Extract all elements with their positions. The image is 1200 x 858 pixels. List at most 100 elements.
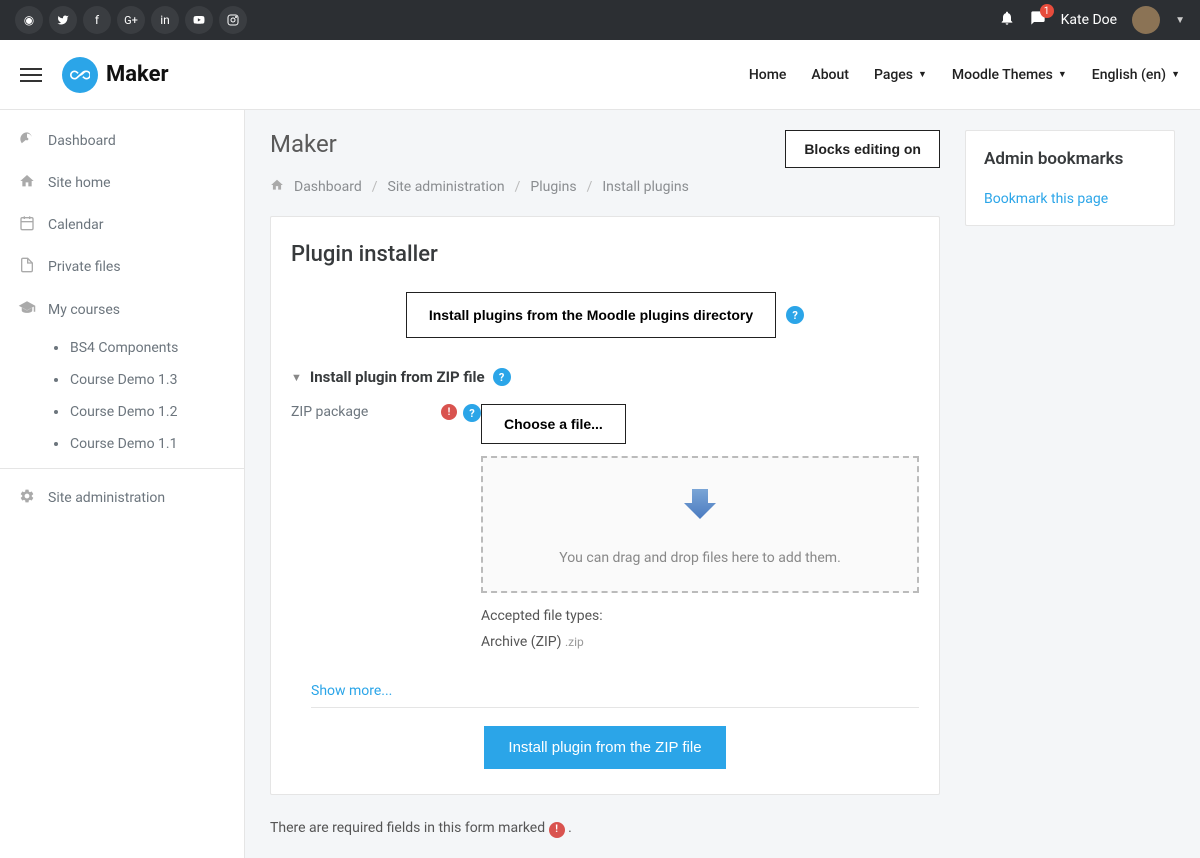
instagram-icon[interactable]	[219, 6, 247, 34]
accepted-types-label: Accepted file types:	[481, 608, 919, 624]
globe-icon[interactable]: ◉	[15, 6, 43, 34]
sidebar-item-label: Site home	[48, 175, 111, 191]
help-icon[interactable]: ?	[786, 306, 804, 324]
files-icon	[18, 257, 36, 277]
file-type-row: Archive (ZIP) .zip	[481, 634, 919, 650]
nav-links: Home About Pages▼ Moodle Themes▼ English…	[749, 67, 1180, 83]
dropzone-text: You can drag and drop files here to add …	[508, 550, 892, 566]
sidebar-item-label: My courses	[48, 302, 120, 318]
nav-home[interactable]: Home	[749, 67, 787, 83]
aside-title: Admin bookmarks	[984, 149, 1156, 169]
install-zip-button[interactable]: Install plugin from the ZIP file	[484, 726, 725, 769]
graduation-cap-icon	[18, 299, 36, 321]
aside-column: Admin bookmarks Bookmark this page	[965, 130, 1175, 226]
installer-card: Plugin installer Install plugins from th…	[270, 216, 940, 795]
section-header[interactable]: ▼ Install plugin from ZIP file ?	[291, 368, 919, 386]
youtube-icon[interactable]	[185, 6, 213, 34]
page-head: Maker Blocks editing on	[270, 130, 940, 168]
bookmark-page-link[interactable]: Bookmark this page	[984, 191, 1156, 207]
twitter-icon[interactable]	[49, 6, 77, 34]
section-title: Install plugin from ZIP file	[310, 368, 485, 386]
nav-pages[interactable]: Pages▼	[874, 67, 927, 83]
breadcrumb-sep: /	[515, 179, 521, 195]
sidebar-courses-list: BS4 Components Course Demo 1.3 Course De…	[0, 332, 244, 460]
sidebar-item-label: Dashboard	[48, 133, 116, 149]
home-icon	[270, 178, 284, 196]
sidebar: Dashboard Site home Calendar Private fil…	[0, 110, 245, 858]
sidebar-divider	[0, 468, 244, 469]
sidebar-item-label: Private files	[48, 259, 121, 275]
file-type-ext: .zip	[565, 635, 584, 649]
avatar[interactable]	[1132, 6, 1160, 34]
facebook-icon[interactable]: f	[83, 6, 111, 34]
sidebar-item-label: Calendar	[48, 217, 104, 233]
required-icon: !	[549, 822, 565, 838]
zip-label: ZIP package	[291, 404, 368, 420]
breadcrumb-sep: /	[587, 179, 593, 195]
sidebar-item-calendar[interactable]: Calendar	[0, 204, 244, 246]
linkedin-icon[interactable]: in	[151, 6, 179, 34]
notifications-icon[interactable]	[999, 10, 1015, 30]
required-icon: !	[441, 404, 457, 420]
breadcrumb-link[interactable]: Site administration	[388, 179, 505, 195]
messages-icon[interactable]: 1	[1030, 10, 1046, 30]
file-dropzone[interactable]: You can drag and drop files here to add …	[481, 456, 919, 593]
content: Maker Blocks editing on Dashboard / Site…	[245, 110, 1200, 858]
chevron-down-icon: ▼	[1171, 69, 1180, 80]
main-nav: Maker Home About Pages▼ Moodle Themes▼ E…	[0, 40, 1200, 110]
nav-about[interactable]: About	[811, 67, 849, 83]
bullet-icon	[54, 410, 58, 414]
sidebar-item-sitehome[interactable]: Site home	[0, 162, 244, 204]
zip-package-row: ZIP package ! ? Choose a file... You can…	[291, 404, 919, 650]
hamburger-menu[interactable]	[20, 68, 42, 82]
home-icon	[18, 173, 36, 193]
sidebar-item-siteadmin[interactable]: Site administration	[0, 477, 244, 519]
required-fields-note: There are required fields in this form m…	[270, 820, 940, 838]
logo-icon	[62, 57, 98, 93]
collapse-caret-icon: ▼	[291, 371, 302, 384]
sidebar-course-item[interactable]: Course Demo 1.1	[36, 428, 244, 460]
help-icon[interactable]: ?	[463, 404, 481, 422]
sidebar-course-item[interactable]: Course Demo 1.2	[36, 396, 244, 428]
bullet-icon	[54, 442, 58, 446]
installer-heading: Plugin installer	[291, 242, 919, 267]
breadcrumb-sep: /	[372, 179, 378, 195]
download-arrow-icon	[676, 483, 724, 531]
zip-label-col: ZIP package ! ?	[291, 404, 481, 650]
gear-icon	[18, 488, 36, 508]
calendar-icon	[18, 215, 36, 235]
install-directory-row: Install plugins from the Moodle plugins …	[291, 292, 919, 338]
page-title: Maker	[270, 130, 337, 158]
admin-bookmarks-card: Admin bookmarks Bookmark this page	[965, 130, 1175, 226]
sidebar-item-dashboard[interactable]: Dashboard	[0, 120, 244, 162]
breadcrumb-link[interactable]: Plugins	[530, 179, 576, 195]
tachometer-icon	[18, 131, 36, 151]
user-dropdown-caret[interactable]: ▼	[1175, 15, 1185, 26]
sidebar-item-mycourses[interactable]: My courses	[0, 288, 244, 332]
googleplus-icon[interactable]: G+	[117, 6, 145, 34]
breadcrumb-link[interactable]: Dashboard	[294, 179, 362, 195]
sidebar-course-item[interactable]: BS4 Components	[36, 332, 244, 364]
file-type-name: Archive (ZIP)	[481, 634, 561, 650]
install-from-directory-button[interactable]: Install plugins from the Moodle plugins …	[406, 292, 776, 338]
brand-name: Maker	[106, 62, 169, 87]
breadcrumb: Dashboard / Site administration / Plugin…	[270, 178, 940, 196]
chevron-down-icon: ▼	[918, 69, 927, 80]
show-more-link[interactable]: Show more...	[311, 665, 919, 708]
main-column: Maker Blocks editing on Dashboard / Site…	[270, 130, 940, 838]
username[interactable]: Kate Doe	[1061, 12, 1117, 28]
top-bar: ◉ f G+ in 1 Kate Doe ▼	[0, 0, 1200, 40]
help-icon[interactable]: ?	[493, 368, 511, 386]
bullet-icon	[54, 378, 58, 382]
blocks-editing-button[interactable]: Blocks editing on	[785, 130, 940, 168]
brand-logo[interactable]: Maker	[62, 57, 169, 93]
nav-language[interactable]: English (en)▼	[1092, 67, 1180, 83]
bullet-icon	[54, 346, 58, 350]
sidebar-item-privatefiles[interactable]: Private files	[0, 246, 244, 288]
nav-themes[interactable]: Moodle Themes▼	[952, 67, 1067, 83]
chevron-down-icon: ▼	[1058, 69, 1067, 80]
zip-control-col: Choose a file... You can drag and drop f…	[481, 404, 919, 650]
choose-file-button[interactable]: Choose a file...	[481, 404, 626, 444]
sidebar-course-item[interactable]: Course Demo 1.3	[36, 364, 244, 396]
sidebar-item-label: Site administration	[48, 490, 165, 506]
